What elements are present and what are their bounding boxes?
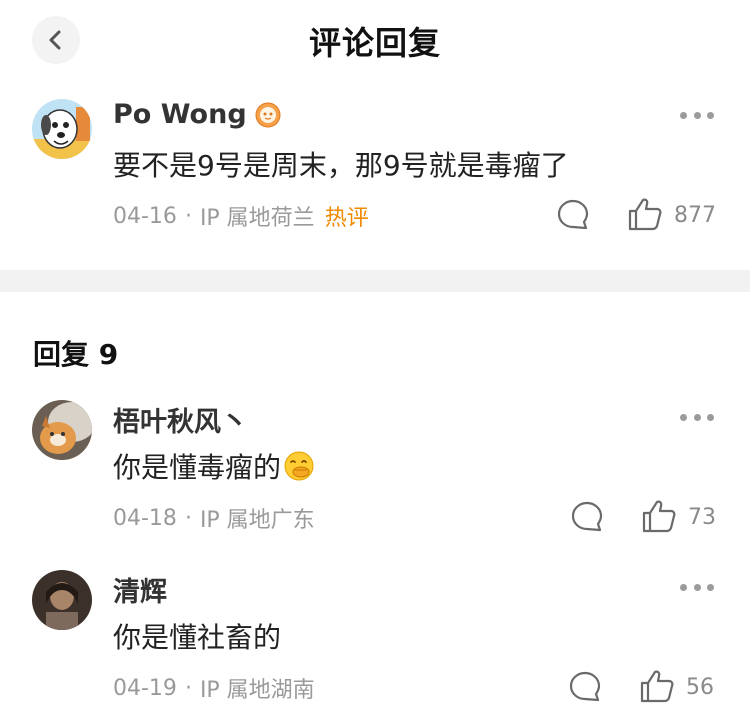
reply-text-row: 你是懂毒瘤的: [113, 446, 315, 486]
user-name-row: Po Wong: [113, 99, 281, 130]
ip-location: IP 属地广东: [199, 508, 315, 533]
thumbs-up-icon[interactable]: [641, 498, 677, 534]
like-count: 877: [674, 203, 716, 228]
page-title: 评论回复: [308, 24, 441, 62]
reply-icon[interactable]: [556, 198, 590, 232]
hot-comment-badge: 热评: [324, 206, 369, 231]
like-count: 56: [686, 675, 714, 700]
avatar[interactable]: [32, 99, 92, 159]
header: 评论回复: [0, 0, 750, 80]
thumbs-up-icon[interactable]: [627, 196, 663, 232]
reply-date: 04-18: [113, 505, 177, 531]
user-name[interactable]: 梧叶秋风丶: [113, 400, 248, 439]
reply-text: 你是懂社畜的: [113, 621, 282, 654]
ip-location: IP 属地荷兰: [199, 206, 315, 231]
covering-mouth-laugh-emoji-icon: [284, 451, 314, 481]
avatar[interactable]: [32, 570, 92, 630]
more-options-button[interactable]: [680, 582, 714, 592]
user-name[interactable]: Po Wong: [113, 99, 247, 130]
reply-date: 04-19: [113, 675, 177, 701]
user-name-row: 清辉: [113, 570, 167, 609]
user-badge-icon: [255, 102, 281, 127]
comment-date: 04-16: [113, 203, 177, 229]
replies-section-title: 回复 9: [33, 338, 119, 371]
avatar[interactable]: [32, 400, 92, 460]
reply-meta: 04-19 · IP 属地湖南: [113, 672, 315, 704]
comment-text: 要不是9号是周末，那9号就是毒瘤了: [113, 149, 569, 182]
reply-meta: 04-18 · IP 属地广东: [113, 502, 315, 534]
reply-icon[interactable]: [570, 500, 604, 534]
user-name[interactable]: 清辉: [113, 570, 167, 609]
reply-icon[interactable]: [568, 670, 602, 704]
section-divider: [0, 270, 750, 292]
like-count: 73: [688, 505, 716, 530]
more-options-button[interactable]: [680, 412, 714, 422]
user-name-row: 梧叶秋风丶: [113, 400, 248, 439]
comment-meta: 04-16 · IP 属地荷兰 热评: [113, 200, 369, 232]
reply-text: 你是懂毒瘤的: [113, 451, 282, 484]
ip-location: IP 属地湖南: [199, 678, 315, 703]
more-options-button[interactable]: [680, 110, 714, 120]
thumbs-up-icon[interactable]: [639, 668, 675, 704]
